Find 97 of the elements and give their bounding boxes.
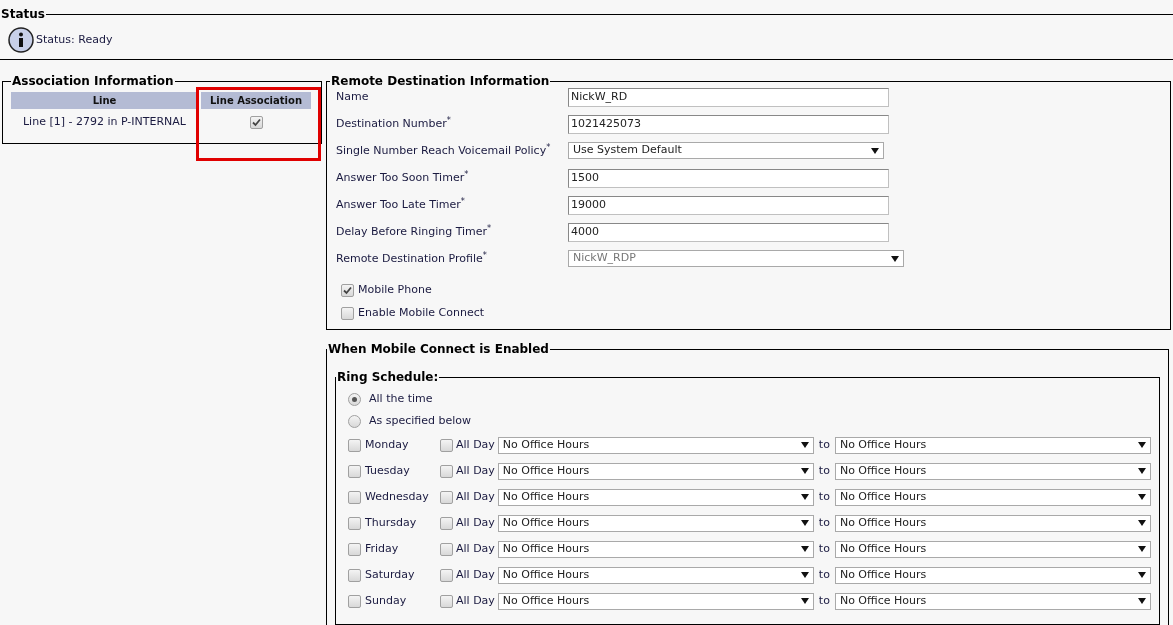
caret-icon <box>800 442 809 448</box>
caret-icon <box>800 546 809 552</box>
section-legend: Status <box>0 5 46 23</box>
checkbox[interactable] <box>440 490 453 504</box>
caret-icon <box>800 494 809 500</box>
radio-label: All the time <box>369 390 433 407</box>
caret-icon <box>1137 598 1146 604</box>
input-field[interactable]: 1500 <box>568 169 889 188</box>
table-cell-text: Line [1] - 2792 in P-INTERNAL <box>22 113 187 130</box>
caret-icon <box>1137 442 1146 448</box>
day-label: Monday <box>365 436 410 453</box>
checkbox[interactable] <box>249 115 263 129</box>
caret-icon <box>1137 546 1146 552</box>
dropdown[interactable]: No Office Hours <box>497 540 814 558</box>
field-label: Remote Destination Profile$^{*}$ <box>336 252 488 266</box>
dropdown[interactable]: No Office Hours <box>497 436 814 454</box>
dropdown[interactable]: No Office Hours <box>497 592 814 610</box>
checkbox[interactable] <box>348 490 361 504</box>
checkbox-label: All Day <box>456 566 495 583</box>
checkbox[interactable] <box>440 594 453 608</box>
caret-icon <box>1137 494 1146 500</box>
checkbox[interactable] <box>348 568 361 582</box>
caret-icon <box>891 255 899 262</box>
info-icon <box>8 27 34 53</box>
checkbox[interactable] <box>341 284 354 297</box>
dropdown[interactable]: No Office Hours <box>834 566 1151 584</box>
day-label: Friday <box>365 540 400 557</box>
field-label: Answer Too Soon Timer$^{*}$ <box>336 171 470 185</box>
day-label: Wednesday <box>365 488 430 505</box>
input-field[interactable]: 19000 <box>568 196 889 215</box>
field-label: Destination Number$^{*}$ <box>336 117 452 131</box>
caret-icon <box>800 572 809 578</box>
range-separator: to <box>818 540 830 557</box>
field-label: Delay Before Ringing Timer$^{*}$ <box>336 225 493 239</box>
checkbox[interactable] <box>440 438 453 452</box>
dropdown[interactable]: No Office Hours <box>497 514 814 532</box>
dropdown[interactable]: No Office Hours <box>834 592 1151 610</box>
caret-icon <box>800 598 809 604</box>
dropdown[interactable]: No Office Hours <box>834 462 1151 480</box>
section-legend: Remote Destination Information <box>330 72 551 90</box>
checkbox[interactable] <box>440 568 453 582</box>
dropdown[interactable]: No Office Hours <box>497 488 814 506</box>
input-field[interactable]: 1021425073 <box>568 115 889 134</box>
checkbox-label: All Day <box>456 436 495 453</box>
checkbox[interactable] <box>348 594 361 608</box>
checkbox[interactable] <box>348 464 361 478</box>
radio-button[interactable] <box>348 414 361 428</box>
checkbox[interactable] <box>348 516 361 530</box>
day-label: Thursday <box>365 514 418 531</box>
dropdown[interactable]: No Office Hours <box>834 488 1151 506</box>
section-legend: When Mobile Connect is Enabled <box>327 340 550 358</box>
checkbox-label: Mobile Phone <box>358 282 432 299</box>
day-label: Saturday <box>365 566 416 583</box>
range-separator: to <box>818 514 830 531</box>
section-legend: Association Information <box>11 72 175 90</box>
radio-label: As specified below <box>369 412 472 429</box>
caret-icon <box>1137 572 1146 578</box>
caret-icon <box>800 468 809 474</box>
dropdown[interactable]: Use System Default <box>568 142 884 159</box>
section-legend: Ring Schedule: <box>336 368 440 386</box>
status-message: Status: Ready <box>36 31 113 48</box>
checkbox-label: All Day <box>456 462 495 479</box>
field-label: Single Number Reach Voicemail Policy$^{*}$ <box>336 144 552 158</box>
checkbox-label: All Day <box>456 514 495 531</box>
checkbox-label: All Day <box>456 540 495 557</box>
dropdown[interactable]: No Office Hours <box>497 462 814 480</box>
checkbox[interactable] <box>348 438 361 452</box>
caret-icon <box>871 147 879 154</box>
checkbox-label: All Day <box>456 592 495 609</box>
field-label: Name <box>336 90 370 104</box>
input-field[interactable]: NickW_RD <box>568 88 889 107</box>
checkbox-label: Enable Mobile Connect <box>358 305 485 322</box>
checkbox[interactable] <box>440 542 453 556</box>
dropdown[interactable]: No Office Hours <box>834 540 1151 558</box>
column-header: Line Association <box>201 92 311 109</box>
caret-icon <box>800 520 809 526</box>
range-separator: to <box>818 488 830 505</box>
checkbox[interactable] <box>348 542 361 556</box>
checkbox-label: All Day <box>456 488 495 505</box>
caret-icon <box>1137 468 1146 474</box>
range-separator: to <box>818 436 830 453</box>
column-header: Line <box>11 92 198 109</box>
range-separator: to <box>818 462 830 479</box>
range-separator: to <box>818 592 830 609</box>
dropdown[interactable]: No Office Hours <box>834 514 1151 532</box>
caret-icon <box>1137 520 1146 526</box>
day-label: Tuesday <box>365 462 411 479</box>
checkbox[interactable] <box>341 307 354 320</box>
checkbox[interactable] <box>440 464 453 478</box>
field-label: Answer Too Late Timer$^{*}$ <box>336 198 466 212</box>
radio-button[interactable] <box>348 392 361 406</box>
dropdown[interactable]: No Office Hours <box>497 566 814 584</box>
range-separator: to <box>818 566 830 583</box>
dropdown[interactable]: No Office Hours <box>834 436 1151 454</box>
checkbox[interactable] <box>440 516 453 530</box>
input-field[interactable]: 4000 <box>568 223 889 242</box>
day-label: Sunday <box>365 592 408 609</box>
